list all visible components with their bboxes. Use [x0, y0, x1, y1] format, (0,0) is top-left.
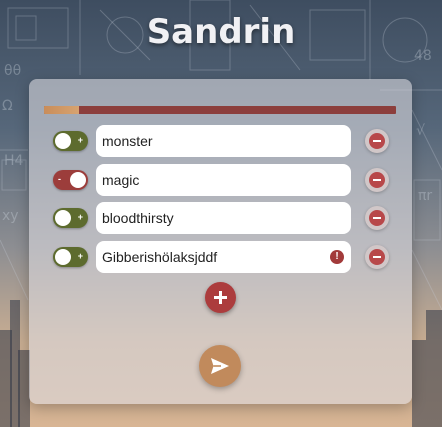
paper-plane-icon	[211, 358, 229, 374]
keyword-row: + monster	[29, 125, 412, 157]
remove-keyword-button[interactable]	[365, 245, 389, 269]
remove-keyword-button[interactable]	[365, 206, 389, 230]
keyword-toggle[interactable]: +	[53, 247, 88, 267]
send-button[interactable]	[199, 345, 241, 387]
toggle-knob	[55, 249, 71, 265]
add-keyword-button[interactable]	[205, 282, 236, 313]
minus-circle-icon	[369, 172, 385, 188]
toggle-symbol: -	[58, 174, 61, 184]
app-title: Sandrin	[146, 12, 296, 52]
keyword-toggle[interactable]: +	[53, 131, 88, 151]
toggle-symbol: +	[77, 212, 83, 222]
keyword-row: + bloodthirsty	[29, 202, 412, 234]
toggle-symbol: +	[77, 251, 83, 261]
svg-text:H4: H4	[4, 153, 24, 169]
remove-keyword-button[interactable]	[365, 129, 389, 153]
keyword-input[interactable]: bloodthirsty	[96, 202, 351, 234]
svg-text:√: √	[416, 123, 425, 139]
progress-bar-fill	[44, 106, 80, 114]
toggle-symbol: +	[77, 135, 83, 145]
keyword-toggle[interactable]: +	[53, 208, 88, 228]
toggle-knob	[55, 133, 71, 149]
minus-circle-icon	[369, 133, 385, 149]
toggle-knob	[55, 210, 71, 226]
keyword-toggle[interactable]: -	[53, 170, 88, 190]
remove-keyword-button[interactable]	[365, 168, 389, 192]
toggle-knob	[70, 172, 86, 188]
keyword-form-card: + monster - magic + bloodthirsty + Gibbe…	[29, 79, 412, 404]
progress-bar	[44, 106, 396, 114]
keyword-input[interactable]: magic	[96, 164, 351, 196]
keyword-row: + Gibberishölaksjddf !	[29, 241, 412, 273]
minus-circle-icon	[369, 249, 385, 265]
keyword-input[interactable]: Gibberishölaksjddf	[96, 241, 351, 273]
exclamation-icon: !	[330, 250, 344, 264]
keyword-input[interactable]: monster	[96, 125, 351, 157]
svg-text:θθ: θθ	[4, 63, 21, 79]
minus-circle-icon	[369, 210, 385, 226]
svg-text:xy: xy	[2, 208, 19, 224]
keyword-row: - magic	[29, 164, 412, 196]
svg-text:Ω: Ω	[2, 98, 13, 114]
svg-text:πr: πr	[418, 188, 432, 204]
